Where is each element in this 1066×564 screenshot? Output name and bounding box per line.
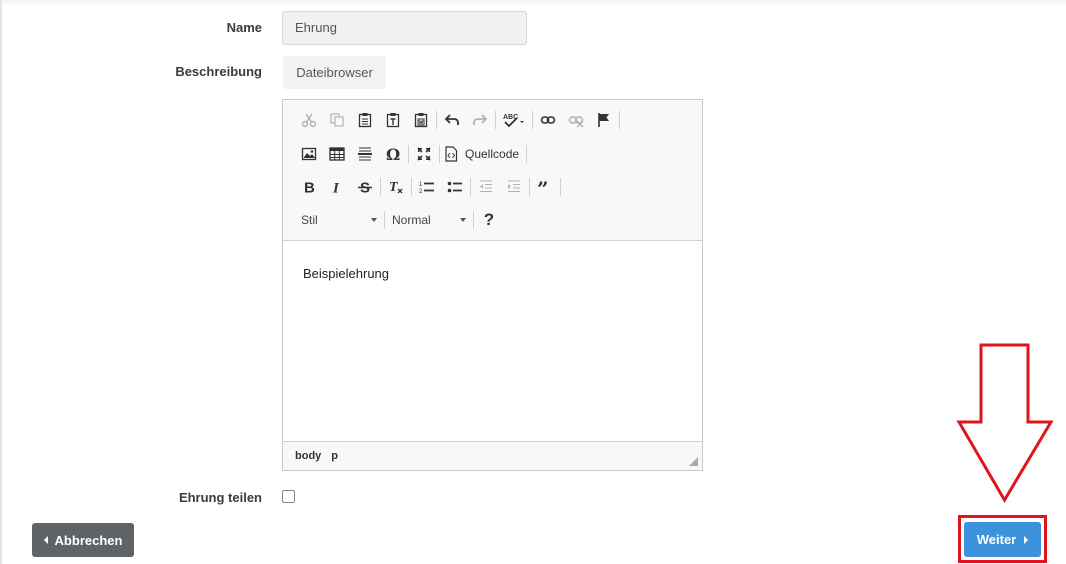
svg-text:B: B xyxy=(304,180,315,196)
toolbar-separator xyxy=(436,111,437,129)
source-code-icon[interactable] xyxy=(441,141,461,167)
svg-text:2: 2 xyxy=(419,189,423,195)
resize-handle-icon[interactable] xyxy=(689,457,698,466)
strikethrough-icon[interactable]: S xyxy=(351,174,379,200)
toolbar-separator xyxy=(408,145,409,163)
outdent-icon[interactable] xyxy=(472,174,500,200)
cancel-button-label: Abbrechen xyxy=(54,532,123,548)
rich-text-editor: ABC Ω Quellcode B I S T 1 2 ” Stil Norma… xyxy=(282,99,703,471)
name-label: Name xyxy=(226,20,262,35)
format-dropdown[interactable]: Normal xyxy=(386,207,472,233)
editor-toolbar: ABC Ω Quellcode B I S T 1 2 ” Stil Norma… xyxy=(283,100,702,241)
editor-status-bar: body p xyxy=(283,441,702,470)
format-dropdown-label: Normal xyxy=(392,213,431,227)
numbered-list-icon[interactable]: 12 xyxy=(413,174,441,200)
toolbar-separator xyxy=(384,211,385,229)
toolbar-separator xyxy=(473,211,474,229)
toolbar-separator xyxy=(470,178,471,196)
maximize-icon[interactable] xyxy=(410,141,438,167)
toolbar-row-insert: Ω Quellcode xyxy=(295,140,528,168)
special-char-icon[interactable]: Ω xyxy=(379,141,407,167)
name-input[interactable]: Ehrung xyxy=(282,11,527,45)
annotation-arrow-icon xyxy=(956,343,1054,503)
toolbar-separator xyxy=(439,145,440,163)
remove-format-icon[interactable]: T xyxy=(382,174,410,200)
cut-icon[interactable] xyxy=(295,107,323,133)
source-code-button[interactable]: Quellcode xyxy=(461,141,525,167)
description-label: Beschreibung xyxy=(175,64,262,79)
bulleted-list-icon[interactable] xyxy=(441,174,469,200)
toolbar-separator xyxy=(380,178,381,196)
toolbar-separator xyxy=(619,111,620,129)
toolbar-row-styles: Stil Normal ? xyxy=(295,206,503,234)
toolbar-row-format: B I S T 12 ” xyxy=(295,173,562,201)
paste-icon[interactable] xyxy=(351,107,379,133)
spellcheck-icon[interactable]: ABC xyxy=(497,107,531,133)
toolbar-row-clipboard: ABC xyxy=(295,106,621,134)
unlink-icon[interactable] xyxy=(562,107,590,133)
style-dropdown[interactable]: Stil xyxy=(295,207,383,233)
svg-text:Ω: Ω xyxy=(386,146,400,162)
bold-icon[interactable]: B xyxy=(295,174,323,200)
style-dropdown-label: Stil xyxy=(301,213,318,227)
paste-text-icon[interactable] xyxy=(379,107,407,133)
copy-icon[interactable] xyxy=(323,107,351,133)
link-icon[interactable] xyxy=(534,107,562,133)
share-checkbox[interactable] xyxy=(282,490,295,503)
chevron-down-icon xyxy=(371,218,377,222)
svg-text:I: I xyxy=(332,181,340,196)
toolbar-separator xyxy=(526,145,528,163)
indent-icon[interactable] xyxy=(500,174,528,200)
toolbar-separator xyxy=(495,111,496,129)
share-label: Ehrung teilen xyxy=(178,490,262,505)
top-shadow xyxy=(0,0,1066,6)
paste-word-icon[interactable] xyxy=(407,107,435,133)
blockquote-icon[interactable]: ” xyxy=(531,174,559,200)
annotation-highlight-box xyxy=(958,515,1047,563)
element-path-body[interactable]: body xyxy=(295,450,321,462)
chevron-down-icon xyxy=(460,218,466,222)
toolbar-separator xyxy=(532,111,533,129)
toolbar-separator xyxy=(560,178,561,196)
toolbar-separator xyxy=(411,178,412,196)
svg-text:T: T xyxy=(389,180,399,195)
toolbar-separator xyxy=(529,178,530,196)
table-icon[interactable] xyxy=(323,141,351,167)
svg-text:1: 1 xyxy=(419,182,423,188)
anchor-flag-icon[interactable] xyxy=(590,107,618,133)
element-path-p[interactable]: p xyxy=(331,450,338,462)
chevron-left-icon xyxy=(43,536,48,544)
undo-icon[interactable] xyxy=(438,107,466,133)
file-browser-button[interactable]: Dateibrowser xyxy=(283,56,386,89)
horizontal-rule-icon[interactable] xyxy=(351,141,379,167)
redo-icon[interactable] xyxy=(466,107,494,133)
left-border xyxy=(0,0,2,564)
cancel-button[interactable]: Abbrechen xyxy=(32,523,134,557)
image-icon[interactable] xyxy=(295,141,323,167)
svg-text:”: ” xyxy=(537,179,549,195)
help-icon[interactable]: ? xyxy=(475,207,503,233)
italic-icon[interactable]: I xyxy=(323,174,351,200)
editor-content[interactable]: Beispielehrung xyxy=(283,242,702,441)
